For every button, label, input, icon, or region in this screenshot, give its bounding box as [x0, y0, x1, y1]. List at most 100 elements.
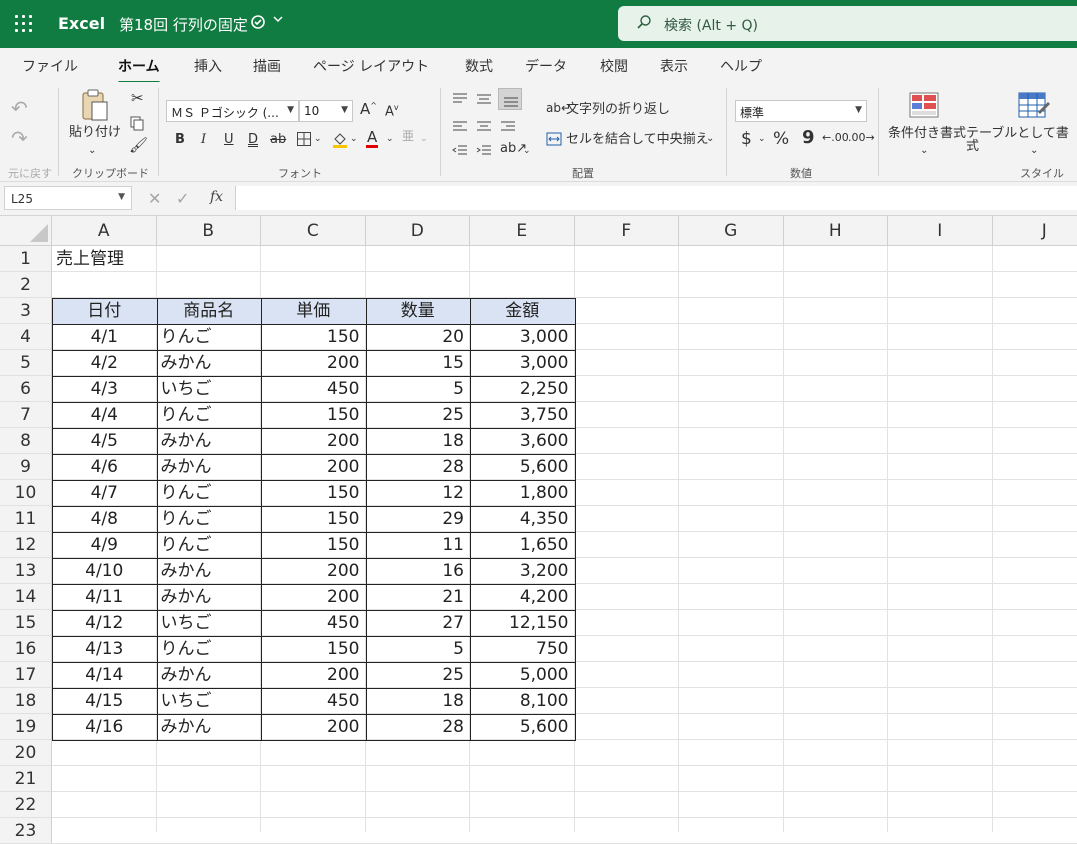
column-header-c[interactable]: C: [261, 216, 366, 246]
column-header-h[interactable]: H: [784, 216, 889, 246]
enter-icon[interactable]: ✓: [176, 189, 189, 208]
tab-view[interactable]: 表示: [660, 56, 688, 76]
percent-button[interactable]: %: [773, 131, 789, 148]
row-header-2[interactable]: 2: [0, 272, 52, 298]
increase-decimal-button[interactable]: ←.00: [822, 132, 849, 143]
column-header-f[interactable]: F: [575, 216, 680, 246]
column-header-b[interactable]: B: [157, 216, 262, 246]
row-header-15[interactable]: 15: [0, 610, 52, 636]
chevron-down-icon[interactable]: ⌄: [1030, 146, 1038, 156]
merge-center-icon[interactable]: [546, 132, 562, 149]
chevron-down-icon[interactable]: ⌄: [523, 147, 531, 156]
tab-draw[interactable]: 描画: [253, 56, 281, 76]
increase-indent-icon[interactable]: [476, 144, 492, 161]
tab-file[interactable]: ファイル: [22, 56, 78, 76]
paste-icon[interactable]: [80, 88, 110, 125]
tab-data[interactable]: データ: [525, 56, 567, 76]
font-size-select[interactable]: 10 ▼: [299, 100, 353, 122]
font-name-select[interactable]: ＭＳ Ｐゴシック (... ▼: [166, 100, 299, 122]
chevron-down-icon[interactable]: ⌄: [706, 134, 714, 144]
strikethrough-button[interactable]: ab: [270, 133, 286, 146]
tab-insert[interactable]: 挿入: [194, 56, 222, 76]
redo-icon[interactable]: ↷: [11, 128, 28, 148]
format-as-table-icon[interactable]: [1018, 92, 1050, 123]
row-header-9[interactable]: 9: [0, 454, 52, 480]
align-right-icon[interactable]: [500, 120, 516, 137]
chevron-down-icon[interactable]: ⌄: [920, 146, 928, 156]
row-header-19[interactable]: 19: [0, 714, 52, 740]
underline-button[interactable]: U: [224, 133, 234, 146]
row-header-10[interactable]: 10: [0, 480, 52, 506]
chevron-down-icon[interactable]: [272, 13, 284, 29]
search-box[interactable]: 検索 (Alt + Q): [618, 6, 1077, 41]
row-header-17[interactable]: 17: [0, 662, 52, 688]
row-header-22[interactable]: 22: [0, 792, 52, 818]
tab-help[interactable]: ヘルプ: [720, 56, 762, 76]
chevron-down-icon[interactable]: ⌄: [88, 146, 96, 156]
chevron-down-icon[interactable]: ⌄: [386, 135, 394, 144]
row-header-1[interactable]: 1: [0, 246, 52, 272]
column-header-d[interactable]: D: [366, 216, 471, 246]
fill-color-icon[interactable]: [332, 131, 348, 152]
tab-home[interactable]: ホーム: [118, 56, 160, 76]
cut-icon[interactable]: ✂: [131, 91, 144, 106]
tab-review[interactable]: 校閲: [600, 56, 628, 76]
decrease-indent-icon[interactable]: [452, 144, 468, 161]
column-header-g[interactable]: G: [679, 216, 784, 246]
app-launcher-icon[interactable]: [14, 14, 34, 34]
row-header-20[interactable]: 20: [0, 740, 52, 766]
align-center-icon[interactable]: [476, 120, 492, 137]
row-header-13[interactable]: 13: [0, 558, 52, 584]
chevron-down-icon[interactable]: ⌄: [420, 135, 428, 144]
row-header-8[interactable]: 8: [0, 428, 52, 454]
decrease-decimal-button[interactable]: .00→: [848, 132, 875, 143]
copy-icon[interactable]: [129, 115, 145, 134]
grow-font-icon[interactable]: A^: [360, 102, 377, 117]
comma-style-button[interactable]: 9: [802, 129, 815, 147]
format-as-table-button[interactable]: テーブルとして書式: [966, 127, 1077, 153]
align-top-icon[interactable]: [452, 92, 468, 109]
font-color-button[interactable]: A: [366, 130, 378, 148]
column-header-a[interactable]: A: [52, 216, 157, 246]
row-header-16[interactable]: 16: [0, 636, 52, 662]
undo-icon[interactable]: ↶: [11, 98, 28, 118]
chevron-down-icon[interactable]: ⌄: [314, 135, 322, 144]
row-header-12[interactable]: 12: [0, 532, 52, 558]
merge-center-button[interactable]: セルを結合して中央揃え: [566, 133, 709, 146]
wrap-text-button[interactable]: 文字列の折り返し: [566, 103, 670, 116]
formula-input[interactable]: [235, 186, 1077, 210]
row-header-18[interactable]: 18: [0, 688, 52, 714]
phonetic-guide-icon[interactable]: 亜: [402, 130, 414, 142]
row-header-23[interactable]: 23: [0, 818, 52, 844]
column-header-e[interactable]: E: [470, 216, 575, 246]
name-box[interactable]: L25 ▼: [4, 186, 132, 210]
bold-button[interactable]: B: [175, 133, 185, 146]
column-header-j[interactable]: J: [993, 216, 1077, 246]
tab-page-layout[interactable]: ページ レイアウト: [313, 56, 429, 76]
cancel-icon[interactable]: ✕: [148, 189, 161, 208]
number-format-select[interactable]: 標準 ▼: [735, 100, 867, 122]
shrink-font-icon[interactable]: Av: [385, 104, 399, 118]
spreadsheet-grid[interactable]: ABCDEFGHIJ123456789101112131415161718192…: [0, 216, 1077, 832]
align-left-icon[interactable]: [452, 120, 468, 137]
chevron-down-icon[interactable]: ⌄: [350, 135, 358, 144]
cell-a1-title[interactable]: 売上管理: [56, 246, 256, 272]
italic-button[interactable]: I: [201, 133, 206, 146]
align-middle-icon[interactable]: [476, 92, 492, 109]
paste-label[interactable]: 貼り付け: [69, 126, 121, 139]
document-name[interactable]: 第18回 行列の固定: [119, 14, 248, 35]
currency-button[interactable]: $: [741, 131, 752, 148]
select-all-button[interactable]: [0, 216, 52, 246]
chevron-down-icon[interactable]: ⌄: [758, 135, 766, 144]
conditional-format-button[interactable]: 条件付き書式: [888, 127, 966, 140]
saved-status-icon[interactable]: [250, 14, 266, 34]
app-name[interactable]: Excel: [58, 14, 105, 33]
column-header-i[interactable]: I: [888, 216, 993, 246]
row-header-7[interactable]: 7: [0, 402, 52, 428]
row-header-11[interactable]: 11: [0, 506, 52, 532]
row-header-5[interactable]: 5: [0, 350, 52, 376]
row-header-21[interactable]: 21: [0, 766, 52, 792]
conditional-format-icon[interactable]: [909, 92, 939, 121]
insert-function-button[interactable]: fx: [210, 189, 223, 205]
align-bottom-button[interactable]: [498, 88, 522, 110]
